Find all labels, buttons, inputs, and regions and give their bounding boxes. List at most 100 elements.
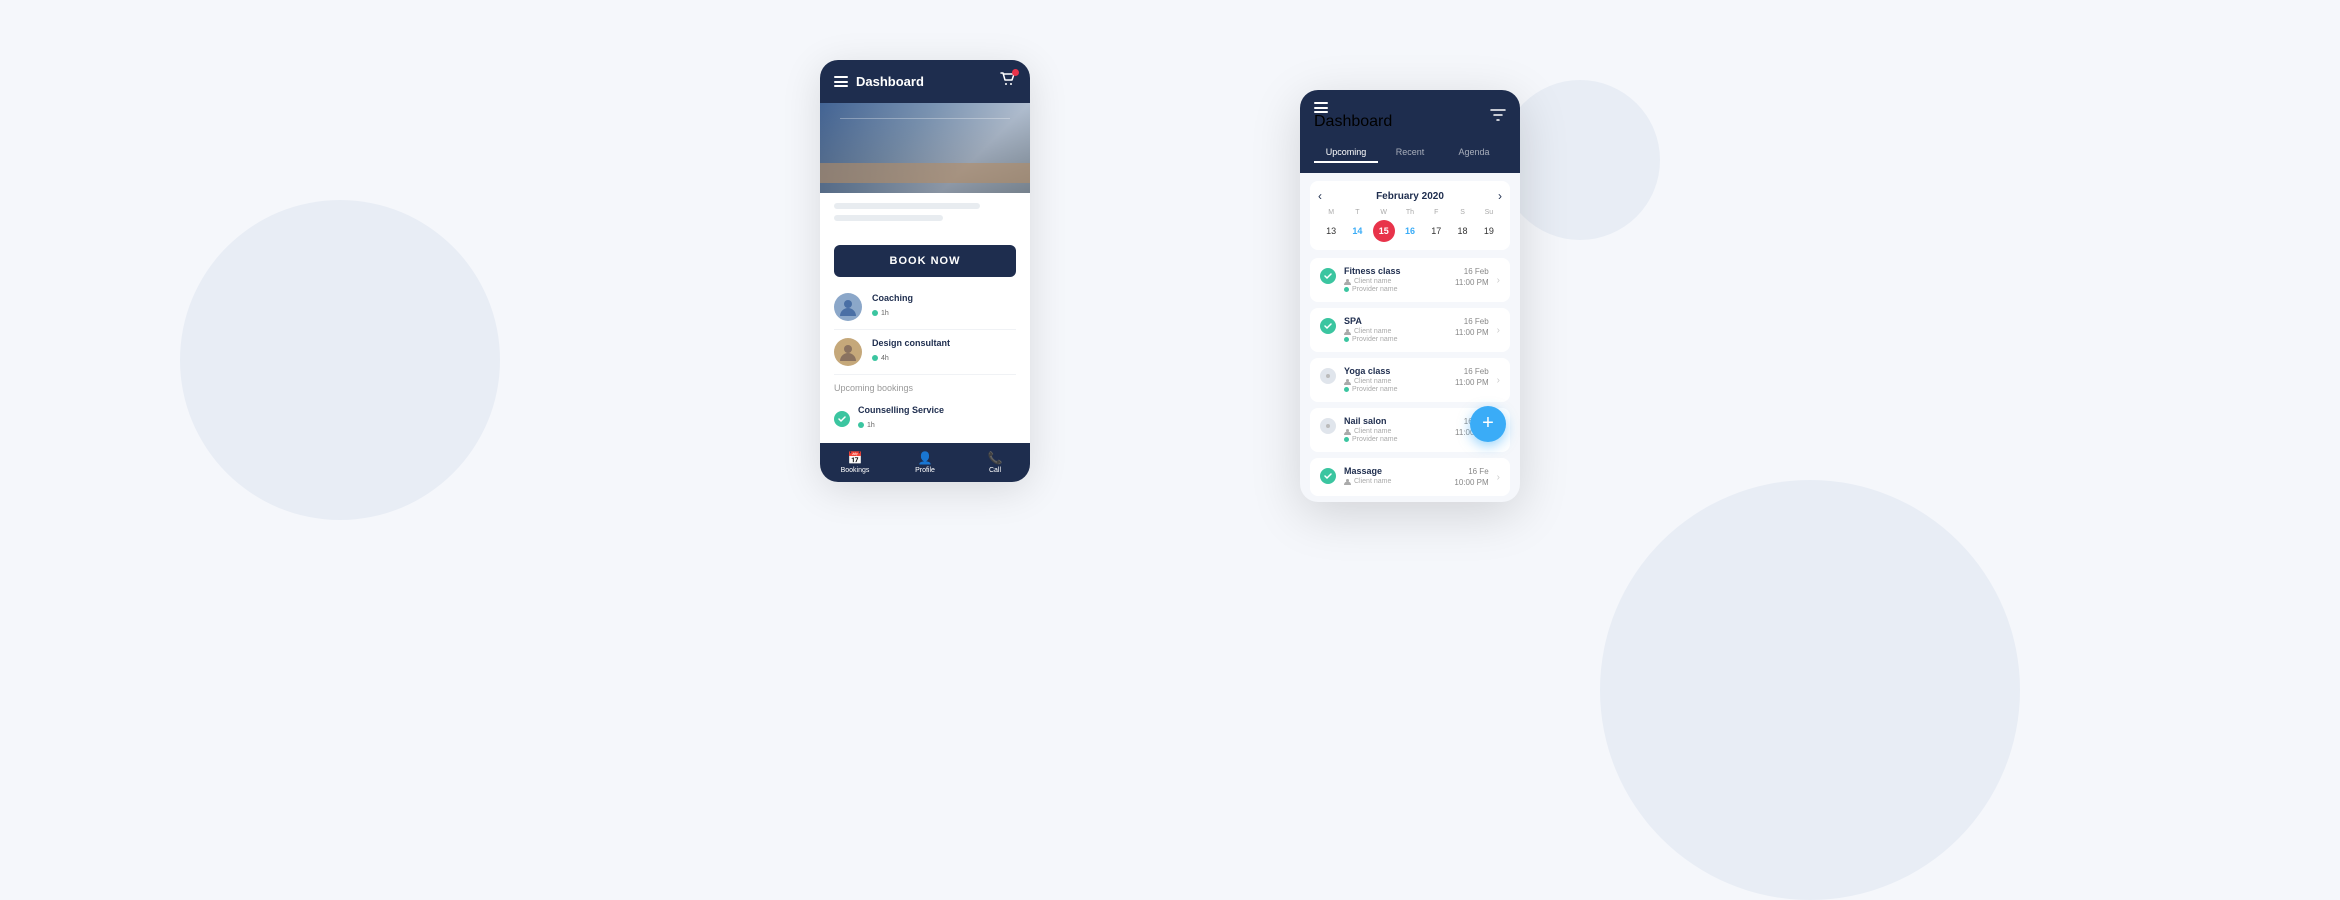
cal-day-16[interactable]: 16 <box>1399 220 1421 242</box>
booking-item-yoga[interactable]: Yoga class Client name Provider name 16 … <box>1310 358 1510 402</box>
bottom-nav: 📅 Bookings 👤 Profile 📞 Call <box>820 443 1030 482</box>
fab-plus-icon: + <box>1482 413 1494 433</box>
call-icon: 📞 <box>988 451 1003 465</box>
design-name: Design consultant <box>872 338 1016 348</box>
front-header-left: Dashboard <box>1314 102 1392 131</box>
phone-front-header: Dashboard <box>1300 90 1520 143</box>
fitness-client: Client name <box>1344 278 1447 285</box>
coaching-info: Coaching 1h <box>872 293 1016 321</box>
cal-day-14[interactable]: 14 <box>1346 220 1368 242</box>
cal-day-18[interactable]: 18 <box>1452 220 1474 242</box>
coaching-name: Coaching <box>872 293 1016 303</box>
spa-date: 16 Feb 11:00 PM <box>1455 316 1489 338</box>
avatar-person-icon <box>834 293 862 321</box>
day-header-S: S <box>1449 209 1475 216</box>
calendar-section: ‹ February 2020 › M T W Th F S Su 13 14 … <box>1310 181 1510 250</box>
fitness-provider: Provider name <box>1344 286 1447 293</box>
massage-date: 16 Fe 10:00 PM <box>1454 466 1488 488</box>
content-skeleton <box>820 193 1030 237</box>
massage-name: Massage <box>1344 466 1446 476</box>
book-now-button[interactable]: BOOK NOW <box>834 245 1016 277</box>
mockup-container: Dashboard BOOK NOW <box>820 60 1520 740</box>
cart-badge <box>1012 69 1019 76</box>
coaching-badge: 1h <box>872 310 889 317</box>
day-header-W: W <box>1371 209 1397 216</box>
cal-next-arrow[interactable]: › <box>1498 189 1502 203</box>
tab-agenda[interactable]: Agenda <box>1442 143 1506 163</box>
massage-client: Client name <box>1344 478 1446 485</box>
yoga-date: 16 Feb 11:00 PM <box>1455 366 1489 388</box>
nail-name: Nail salon <box>1344 416 1447 426</box>
cart-icon-wrapper[interactable] <box>1000 72 1016 91</box>
upcoming-item-counselling[interactable]: Counselling Service 1h <box>834 399 1016 439</box>
spa-client: Client name <box>1344 328 1447 335</box>
yoga-client: Client name <box>1344 378 1447 385</box>
nail-provider: Provider name <box>1344 436 1447 443</box>
profile-label: Profile <box>915 467 935 474</box>
cal-day-13[interactable]: 13 <box>1320 220 1342 242</box>
coaching-avatar <box>834 293 862 321</box>
fitness-name: Fitness class <box>1344 266 1447 276</box>
nav-item-profile[interactable]: 👤 Profile <box>890 451 960 474</box>
massage-check <box>1320 468 1336 484</box>
coaching-badge-dot <box>872 310 878 316</box>
profile-icon: 👤 <box>918 451 933 465</box>
nail-provider-dot <box>1344 437 1349 442</box>
calendar-day-headers: M T W Th F S Su <box>1318 209 1502 216</box>
day-header-F: F <box>1423 209 1449 216</box>
tab-recent[interactable]: Recent <box>1378 143 1442 163</box>
call-label: Call <box>989 467 1001 474</box>
counselling-name: Counselling Service <box>858 405 1016 415</box>
design-badge-dot <box>872 355 878 361</box>
counselling-check <box>834 411 850 427</box>
filter-icon[interactable] <box>1490 108 1506 125</box>
service-list: Coaching 1h De <box>820 285 1030 375</box>
cal-day-17[interactable]: 17 <box>1425 220 1447 242</box>
skeleton-line-1 <box>834 203 980 209</box>
bookings-icon: 📅 <box>848 451 863 465</box>
cal-day-15[interactable]: 15 <box>1373 220 1395 242</box>
day-header-M: M <box>1318 209 1344 216</box>
nail-info: Nail salon Client name Provider name <box>1344 416 1447 444</box>
counselling-badge: 1h <box>858 422 875 429</box>
fitness-arrow: › <box>1497 275 1500 286</box>
phone-back-header: Dashboard <box>820 60 1030 103</box>
cal-day-19[interactable]: 19 <box>1478 220 1500 242</box>
design-badge: 4h <box>872 355 889 362</box>
upcoming-title: Upcoming bookings <box>834 383 1016 393</box>
spa-check <box>1320 318 1336 334</box>
front-menu-icon[interactable] <box>1314 102 1392 113</box>
menu-icon[interactable] <box>834 76 848 87</box>
counselling-badge-dot <box>858 422 864 428</box>
fitness-check <box>1320 268 1336 284</box>
room-floor-line <box>820 163 1030 183</box>
spa-info: SPA Client name Provider name <box>1344 316 1447 344</box>
tab-upcoming[interactable]: Upcoming <box>1314 143 1378 163</box>
service-item-design[interactable]: Design consultant 4h <box>834 330 1016 375</box>
day-header-Th: Th <box>1397 209 1423 216</box>
phone-back: Dashboard BOOK NOW <box>820 60 1030 482</box>
yoga-arrow: › <box>1497 375 1500 386</box>
cal-month-label: February 2020 <box>1376 191 1444 202</box>
counselling-info: Counselling Service 1h <box>858 405 1016 433</box>
day-header-Su: Su <box>1476 209 1502 216</box>
fitness-info: Fitness class Client name Provider name <box>1344 266 1447 294</box>
service-item-coaching[interactable]: Coaching 1h <box>834 285 1016 330</box>
booking-item-fitness[interactable]: Fitness class Client name Provider name … <box>1310 258 1510 302</box>
bg-decoration-right-top <box>1500 80 1660 240</box>
nav-item-call[interactable]: 📞 Call <box>960 451 1030 474</box>
skeleton-line-2 <box>834 215 943 221</box>
bg-decoration-right-bottom <box>1600 480 2020 900</box>
cal-prev-arrow[interactable]: ‹ <box>1318 189 1322 203</box>
nav-item-bookings[interactable]: 📅 Bookings <box>820 451 890 474</box>
nail-check <box>1320 418 1336 434</box>
design-avatar <box>834 338 862 366</box>
yoga-info: Yoga class Client name Provider name <box>1344 366 1447 394</box>
avatar-photo-icon <box>834 338 862 366</box>
booking-item-spa[interactable]: SPA Client name Provider name 16 Feb 11:… <box>1310 308 1510 352</box>
yoga-name: Yoga class <box>1344 366 1447 376</box>
yoga-check <box>1320 368 1336 384</box>
design-info: Design consultant 4h <box>872 338 1016 366</box>
booking-item-massage[interactable]: Massage Client name 16 Fe 10:00 PM › <box>1310 458 1510 496</box>
header-left: Dashboard <box>834 74 924 89</box>
